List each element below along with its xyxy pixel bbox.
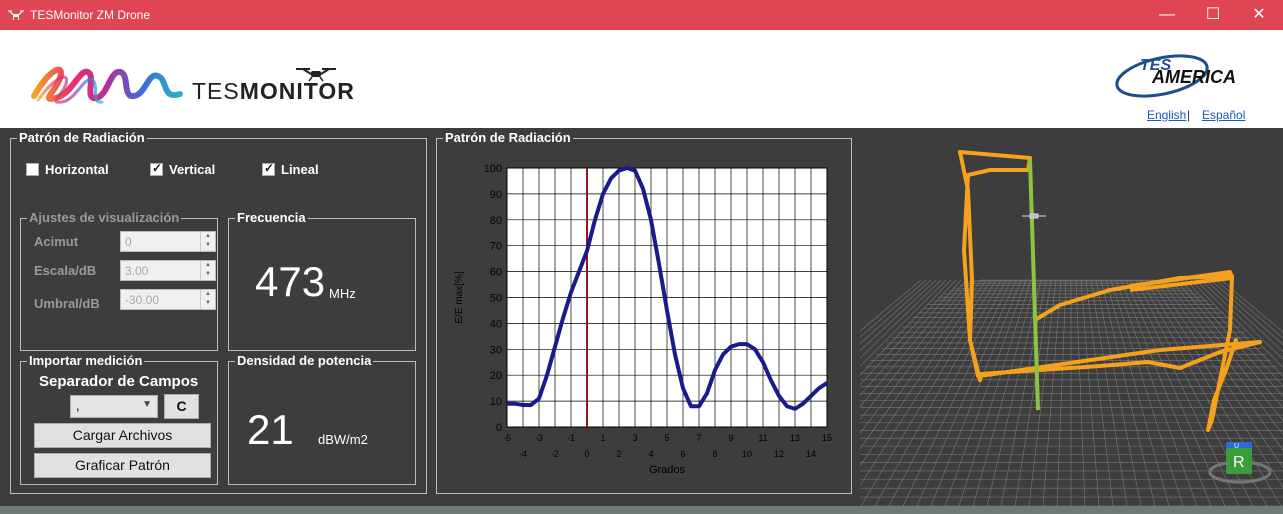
group-title: Ajustes de visualización: [27, 210, 182, 225]
y-tick-label: 70: [490, 241, 502, 253]
language-separator: |: [1187, 108, 1191, 122]
flight-path-orange-3: [1129, 270, 1234, 292]
tes-america-logo: TES AMERICA: [1115, 54, 1236, 98]
x-tick-label: -4: [519, 449, 527, 459]
english-link[interactable]: English: [1147, 108, 1186, 122]
x-tick-label: 7: [696, 433, 701, 443]
plot-pattern-button[interactable]: Graficar Patrón: [34, 453, 211, 478]
y-tick-label: 30: [490, 344, 502, 356]
spanish-link[interactable]: Español: [1202, 108, 1245, 122]
separator-select[interactable]: , ▼: [70, 395, 158, 418]
minimize-button[interactable]: —: [1144, 0, 1190, 30]
header-banner: TESMONITOR TES AMERICA English | Español: [0, 30, 1283, 128]
radiation-chart: 0102030405060708090100-5 -3 -1 1 3 5 7 9 11 13 15-…: [454, 163, 832, 476]
y-tick-label: 20: [490, 370, 502, 382]
flight-path-orange: [958, 150, 1262, 382]
frequency-value: 473: [255, 258, 326, 305]
x-tick-label: -3: [535, 433, 543, 443]
load-files-button[interactable]: Cargar Archivos: [34, 423, 211, 448]
drone-marker-icon: [1022, 213, 1046, 219]
spin-up-icon[interactable]: ▲: [201, 261, 215, 270]
y-tick-label: 0: [496, 422, 502, 434]
flight-path-3d-view[interactable]: U R: [860, 130, 1283, 506]
x-tick-label: -5: [503, 433, 511, 443]
x-tick-label: 1: [600, 433, 605, 443]
svg-text:R: R: [1233, 454, 1245, 471]
x-tick-label: 3: [632, 433, 637, 443]
x-tick-label: 2: [616, 449, 621, 459]
checkbox-box[interactable]: [150, 161, 163, 176]
x-tick-label: 15: [822, 433, 832, 443]
group-title: Frecuencia: [235, 210, 308, 225]
spin-down-icon[interactable]: ▼: [201, 241, 215, 250]
x-tick-label: 0: [584, 449, 589, 459]
x-tick-label: 14: [806, 449, 816, 459]
x-tick-label: 6: [680, 449, 685, 459]
y-axis-label: E/E max[%]: [454, 271, 465, 323]
y-tick-label: 100: [484, 163, 502, 175]
azimuth-spinner[interactable]: 0 ▲ ▼: [120, 231, 216, 252]
group-title: Patrón de Radiación: [443, 130, 573, 145]
threshold-spinner[interactable]: -30.00 ▲ ▼: [120, 289, 216, 310]
y-tick-label: 80: [490, 215, 502, 227]
threshold-label: Umbral/dB: [34, 296, 100, 311]
x-tick-label: 4: [648, 449, 653, 459]
x-tick-label: 13: [790, 433, 800, 443]
x-tick-label: 10: [742, 449, 752, 459]
spin-down-icon[interactable]: ▼: [201, 270, 215, 279]
axis-cube-icon[interactable]: U R: [1208, 442, 1272, 484]
y-tick-label: 50: [490, 293, 502, 305]
ground-grid: [860, 279, 1283, 506]
x-tick-label: 5: [664, 433, 669, 443]
x-axis-label: Grados: [649, 464, 686, 476]
horizontal-checkbox[interactable]: Horizontal: [26, 160, 109, 178]
checkbox-box[interactable]: [262, 161, 275, 176]
group-title: Importar medición: [27, 353, 145, 368]
close-button[interactable]: ✕: [1236, 0, 1282, 30]
y-tick-label: 40: [490, 318, 502, 330]
y-tick-label: 90: [490, 189, 502, 201]
chevron-down-icon: ▼: [142, 399, 152, 410]
checkbox-box[interactable]: [26, 162, 39, 176]
zm-logo: [31, 66, 183, 104]
group-title: Densidad de potencia: [235, 353, 374, 368]
frequency-unit: MHz: [329, 286, 356, 301]
lineal-checkbox[interactable]: Lineal: [262, 160, 319, 178]
x-tick-label: -2: [551, 449, 559, 459]
group-title: Patrón de Radiación: [17, 130, 147, 145]
svg-text:AMERICA: AMERICA: [1151, 67, 1236, 87]
azimuth-label: Acimut: [34, 234, 79, 249]
drone-logo-icon: [296, 68, 336, 82]
window-title: TESMonitor ZM Drone: [30, 8, 151, 22]
vertical-checkbox[interactable]: Vertical: [150, 160, 215, 178]
spin-down-icon[interactable]: ▼: [201, 299, 215, 308]
spin-up-icon[interactable]: ▲: [201, 290, 215, 299]
x-tick-label: 8: [712, 449, 717, 459]
x-tick-label: 11: [758, 433, 767, 443]
maximize-button[interactable]: ☐: [1190, 0, 1236, 30]
tesmonitor-logo-text: TESMONITOR: [192, 78, 355, 104]
power-density-value: 21: [247, 406, 294, 453]
scale-spinner[interactable]: 3.00 ▲ ▼: [120, 260, 216, 281]
x-tick-label: 9: [728, 433, 733, 443]
scale-label: Escala/dB: [34, 263, 97, 278]
x-tick-label: 12: [774, 449, 784, 459]
title-bar: TESMonitor ZM Drone — ☐ ✕: [0, 0, 1283, 30]
x-tick-label: -1: [567, 433, 575, 443]
drone-app-icon: [8, 10, 24, 21]
y-tick-label: 10: [490, 396, 502, 408]
separator-label: Separador de Campos: [39, 373, 199, 390]
spin-up-icon[interactable]: ▲: [201, 232, 215, 241]
c-button[interactable]: C: [164, 394, 199, 419]
y-tick-label: 60: [490, 267, 502, 279]
power-density-unit: dBW/m2: [318, 432, 368, 447]
status-bar: [0, 506, 1283, 514]
